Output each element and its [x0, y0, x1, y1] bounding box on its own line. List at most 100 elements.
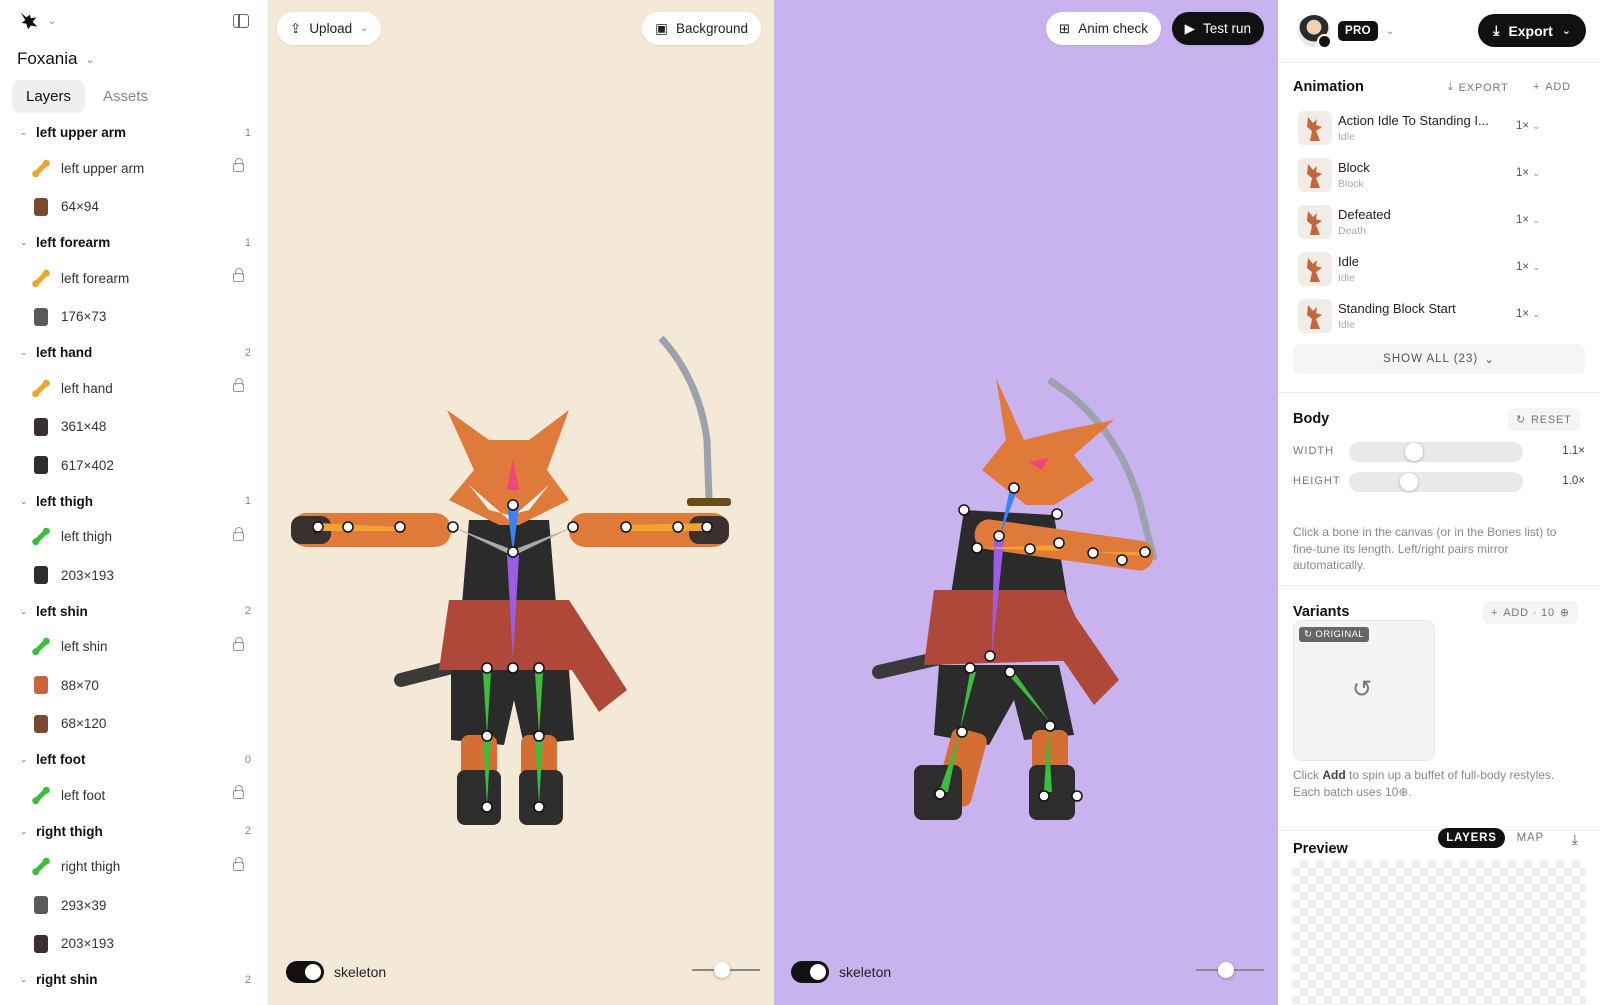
variant-original-card[interactable]: ↻ ORIGINAL ↺ — [1293, 620, 1435, 761]
character-posed[interactable] — [774, 0, 1278, 1005]
animation-item[interactable]: Block Block 1× ⌄ — [1293, 154, 1583, 198]
sprite-thumbnail — [31, 934, 51, 954]
height-slider[interactable] — [1349, 472, 1523, 492]
layer-row[interactable]: right thigh — [0, 848, 268, 887]
lock-icon[interactable] — [233, 526, 244, 541]
bone-icon — [31, 857, 51, 877]
animation-item[interactable]: Action Idle To Standing I... Idle 1× ⌄ — [1293, 107, 1583, 151]
layer-row[interactable]: 293×39 — [0, 886, 268, 925]
layer-group-name: left hand — [36, 345, 93, 360]
speed-select[interactable]: 1× ⌄ — [1509, 164, 1547, 182]
tab-assets[interactable]: Assets — [89, 80, 162, 113]
chevron-down-icon: ⌄ — [1532, 309, 1540, 319]
project-selector[interactable]: Foxania ⌄ — [17, 49, 95, 69]
layer-group-header[interactable]: ⌄ left thigh 1 — [0, 485, 268, 518]
canvas-anim-preview[interactable]: ⊞ Anim check ▶ Test run skeleton — [774, 0, 1278, 1005]
layer-row[interactable]: left thigh — [0, 518, 268, 557]
lock-icon[interactable] — [233, 785, 244, 799]
lock-icon[interactable] — [233, 856, 244, 871]
width-slider[interactable] — [1349, 442, 1523, 462]
skeleton-switch[interactable] — [286, 961, 324, 983]
layer-row[interactable]: 176×73 — [0, 298, 268, 337]
download-icon[interactable]: ⤓ — [1572, 831, 1578, 848]
preview-map-tab[interactable]: MAP — [1509, 828, 1552, 848]
skeleton-switch[interactable] — [791, 961, 829, 983]
fox-head — [982, 378, 1114, 505]
layer-group-header[interactable]: ⌄ right thigh 2 — [0, 815, 268, 848]
chevron-down-icon: ⌄ — [1561, 25, 1571, 37]
layers-sidebar: ⌄ Foxania ⌄ Layers Assets ⌄ left upper ar… — [0, 0, 269, 1005]
chevron-down-icon: ⌄ — [20, 754, 28, 764]
animation-thumbnail — [1298, 111, 1332, 145]
layer-row[interactable]: left upper arm — [0, 149, 268, 188]
layer-row[interactable]: 64×94 — [0, 188, 268, 227]
layer-label: left foot — [61, 787, 106, 803]
show-all-animations-button[interactable]: SHOW ALL (23) ⌄ — [1293, 344, 1585, 374]
layer-row[interactable]: 361×48 — [0, 408, 268, 447]
height-label: HEIGHT — [1293, 475, 1341, 487]
lock-icon[interactable] — [233, 636, 244, 651]
layer-row[interactable]: 88×70 — [0, 666, 268, 705]
character-tpose[interactable] — [269, 0, 774, 1005]
canvas-bind-pose[interactable]: ⇪ Upload ⌄ ▣ Background skeleton — [269, 0, 774, 1005]
avatar[interactable] — [1298, 15, 1332, 49]
layer-row[interactable]: 203×193 — [0, 556, 268, 595]
layer-row[interactable]: left forearm — [0, 259, 268, 298]
chevron-down-icon: ⌄ — [1484, 354, 1495, 366]
speed-select[interactable]: 1× ⌄ — [1509, 258, 1547, 276]
variants-add-button[interactable]: + ADD · 10 ⊕ — [1483, 601, 1578, 624]
account-menu[interactable]: PRO ⌄ — [1298, 15, 1394, 49]
zoom-slider-knob[interactable] — [1218, 962, 1234, 978]
layer-row[interactable]: 617×402 — [0, 446, 268, 485]
speed-select[interactable]: 1× ⌄ — [1509, 117, 1547, 135]
animation-export-button[interactable]: ⤓ EXPORT — [1440, 76, 1517, 99]
layer-row[interactable]: 68×120 — [0, 705, 268, 744]
height-slider-knob[interactable] — [1400, 473, 1418, 491]
skeleton-toggle[interactable]: skeleton — [791, 961, 891, 983]
animation-add-button[interactable]: + ADD — [1525, 76, 1579, 98]
right-boot — [1029, 765, 1075, 820]
reset-icon: ↻ — [1516, 414, 1527, 426]
tab-layers[interactable]: Layers — [12, 80, 86, 113]
animation-item[interactable]: Idle Idle 1× ⌄ — [1293, 248, 1583, 292]
width-value: 1.1× — [1562, 445, 1585, 457]
lock-icon[interactable] — [233, 378, 244, 392]
skeleton-toggle[interactable]: skeleton — [286, 961, 386, 983]
export-button[interactable]: ⤓ Export ⌄ — [1478, 14, 1586, 47]
lock-icon[interactable] — [233, 158, 244, 172]
workspace-switcher[interactable]: ⌄ — [18, 10, 56, 32]
layer-group-header[interactable]: ⌄ left hand 2 — [0, 336, 268, 369]
layer-row[interactable]: left foot — [0, 776, 268, 815]
chevron-down-icon: ⌄ — [20, 605, 28, 616]
layer-group-header[interactable]: ⌄ right shin 2 — [0, 963, 268, 996]
layer-row[interactable]: left hand — [0, 369, 268, 408]
layer-label: 88×70 — [61, 677, 99, 693]
layer-row[interactable]: left shin — [0, 628, 268, 667]
download-icon: ⤓ — [1448, 81, 1454, 93]
layer-group-header[interactable]: ⌄ left foot 0 — [0, 743, 268, 776]
layer-group-header[interactable]: ⌄ left shin 2 — [0, 595, 268, 628]
zoom-slider[interactable] — [692, 962, 760, 978]
animation-item[interactable]: Standing Block Start Idle 1× ⌄ — [1293, 295, 1583, 339]
zoom-slider[interactable] — [1196, 962, 1264, 978]
animation-item[interactable]: Defeated Death 1× ⌄ — [1293, 201, 1583, 245]
speed-select[interactable]: 1× ⌄ — [1509, 305, 1547, 323]
animation-thumbnail — [1298, 205, 1332, 239]
layer-group-name: right shin — [36, 972, 98, 987]
layer-label: 68×120 — [61, 716, 107, 732]
width-slider-knob[interactable] — [1405, 443, 1423, 461]
lock-icon[interactable] — [233, 268, 244, 282]
layer-group-count: 1 — [244, 495, 251, 507]
body-reset-button[interactable]: ↻ RESET — [1508, 408, 1580, 431]
preview-layers-tab[interactable]: LAYERS — [1438, 828, 1505, 848]
animation-category: Idle — [1338, 272, 1355, 284]
layer-group-header[interactable]: ⌄ left upper arm 1 — [0, 116, 268, 149]
layer-group-header[interactable]: ⌄ left forearm 1 — [0, 226, 268, 259]
layer-label: 64×94 — [61, 199, 99, 215]
zoom-slider-knob[interactable] — [714, 962, 730, 978]
sidebar-toggle-icon[interactable] — [233, 14, 249, 28]
layer-group-count: 0 — [244, 753, 251, 766]
speed-select[interactable]: 1× ⌄ — [1509, 211, 1547, 229]
layer-row[interactable]: 203×193 — [0, 925, 268, 964]
animation-category: Idle — [1338, 131, 1355, 143]
